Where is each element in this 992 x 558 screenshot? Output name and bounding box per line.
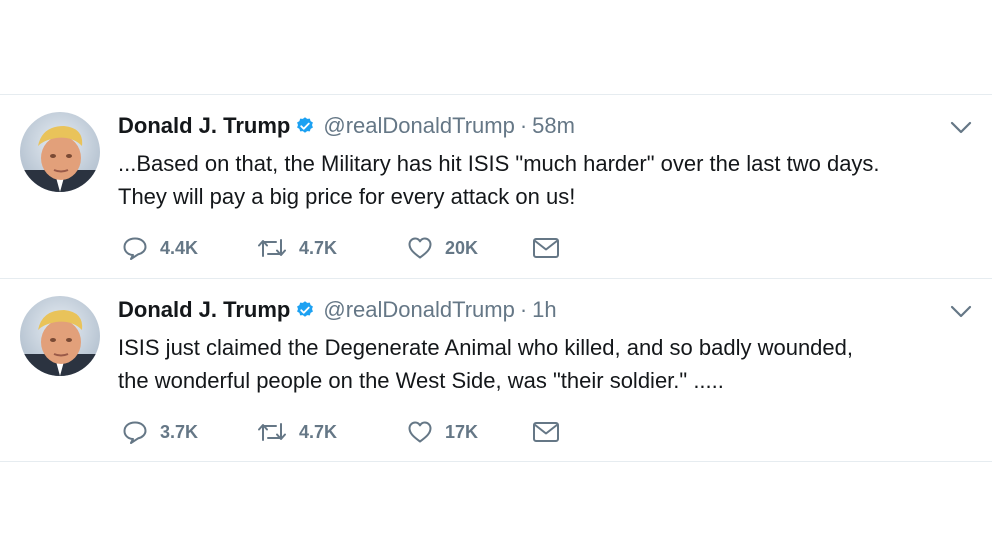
like-button[interactable]: 17K [407, 420, 532, 444]
chevron-down-icon[interactable] [950, 121, 972, 135]
tweet[interactable]: Donald J. Trump @realDonaldTrump · 58m .… [0, 94, 992, 278]
tweet-feed: Donald J. Trump @realDonaldTrump · 58m .… [0, 94, 992, 462]
direct-message-button[interactable] [532, 237, 560, 259]
separator-dot: · [519, 113, 528, 138]
tweet-text: ...Based on that, the Military has hit I… [118, 147, 958, 213]
separator-dot: · [519, 297, 528, 322]
author-name[interactable]: Donald J. Trump [118, 297, 290, 323]
tweet-text-line: ISIS just claimed the Degenerate Animal … [118, 335, 853, 360]
reply-button[interactable]: 3.7K [122, 420, 257, 444]
avatar[interactable] [20, 112, 100, 192]
retweet-count: 4.7K [299, 237, 338, 258]
like-count: 20K [445, 237, 479, 258]
heart-icon [408, 237, 432, 259]
envelope-icon [533, 422, 559, 442]
reply-count: 4.4K [160, 237, 199, 258]
retweet-icon [258, 239, 286, 257]
author-handle[interactable]: @realDonaldTrump [323, 297, 514, 323]
retweet-button[interactable]: 4.7K [257, 237, 407, 259]
avatar-image [20, 296, 100, 376]
tweet-actions: 4.4K 4.7K 20K [122, 234, 560, 262]
timestamp[interactable]: 1h [532, 297, 556, 323]
retweet-count: 4.7K [299, 421, 338, 442]
tweet[interactable]: Donald J. Trump @realDonaldTrump · 1h IS… [0, 278, 992, 462]
like-button[interactable]: 20K [407, 236, 532, 260]
tweet-text-line: They will pay a big price for every atta… [118, 184, 576, 209]
reply-icon [123, 421, 147, 444]
tweet-header: Donald J. Trump @realDonaldTrump · 1h [118, 297, 557, 323]
chevron-down-icon[interactable] [950, 305, 972, 319]
heart-icon [408, 421, 432, 443]
author-name[interactable]: Donald J. Trump [118, 113, 290, 139]
avatar-image [20, 112, 100, 192]
retweet-icon [258, 423, 286, 441]
reply-count: 3.7K [160, 421, 199, 442]
tweet-header: Donald J. Trump @realDonaldTrump · 58m [118, 113, 575, 139]
reply-icon [123, 237, 147, 260]
direct-message-button[interactable] [532, 421, 560, 443]
verified-badge-icon [295, 116, 315, 136]
tweet-text-line: the wonderful people on the West Side, w… [118, 368, 724, 393]
tweet-text-line: ...Based on that, the Military has hit I… [118, 151, 880, 176]
envelope-icon [533, 238, 559, 258]
tweet-actions: 3.7K 4.7K 17K [122, 418, 560, 446]
reply-button[interactable]: 4.4K [122, 236, 257, 260]
timestamp[interactable]: 58m [532, 113, 575, 139]
tweet-text: ISIS just claimed the Degenerate Animal … [118, 331, 958, 397]
avatar[interactable] [20, 296, 100, 376]
retweet-button[interactable]: 4.7K [257, 421, 407, 443]
verified-badge-icon [295, 300, 315, 320]
author-handle[interactable]: @realDonaldTrump [323, 113, 514, 139]
like-count: 17K [445, 421, 479, 442]
